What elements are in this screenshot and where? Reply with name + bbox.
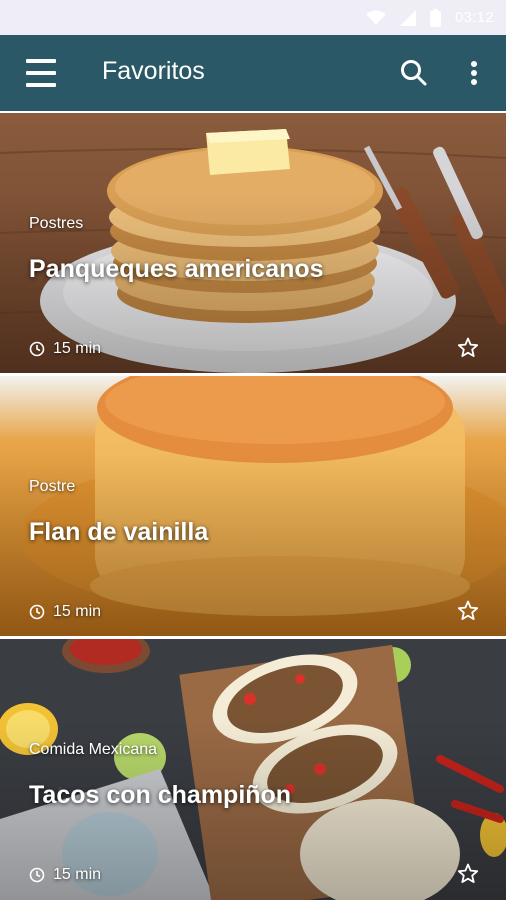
favorite-star-icon[interactable] (456, 336, 480, 360)
page-title: Favoritos (102, 57, 205, 85)
recipe-category: Postres (29, 215, 84, 232)
recipe-time-label: 15 min (53, 340, 102, 357)
recipe-category: Postre (29, 478, 76, 495)
cellular-signal-icon (399, 9, 416, 26)
status-time: 03:12 (454, 9, 494, 26)
menu-icon-line (26, 59, 56, 63)
search-icon[interactable] (398, 57, 430, 89)
app-bar: Favoritos (0, 35, 506, 111)
image-overlay (0, 113, 506, 373)
more-options-icon[interactable] (462, 57, 486, 89)
recipe-card[interactable]: Comida Mexicana Tacos con champiñon 15 m… (0, 639, 506, 900)
favorite-star-icon[interactable] (456, 599, 480, 623)
wifi-icon (365, 10, 386, 25)
image-overlay (0, 639, 506, 900)
image-overlay (0, 376, 506, 636)
recipe-category: Comida Mexicana (29, 741, 158, 758)
favorite-star-icon[interactable] (456, 862, 480, 886)
battery-icon (429, 8, 441, 27)
menu-icon-line (26, 71, 56, 75)
recipe-name: Tacos con champiñon (29, 781, 292, 809)
recipe-name: Panqueques americanos (29, 255, 324, 283)
recipe-name: Flan de vainilla (29, 518, 209, 546)
recipe-time: 15 min (29, 340, 101, 358)
recipe-time-label: 15 min (53, 603, 102, 620)
clock-icon (29, 867, 45, 883)
recipe-card[interactable]: Postres Panqueques americanos 15 min (0, 113, 506, 373)
recipe-time: 15 min (29, 603, 101, 621)
menu-button[interactable] (26, 59, 56, 87)
menu-icon-line (26, 83, 56, 87)
recipe-time-label: 15 min (53, 866, 102, 883)
recipe-time: 15 min (29, 866, 101, 884)
clock-icon (29, 604, 45, 620)
clock-icon (29, 341, 45, 357)
recipe-card[interactable]: Postre Flan de vainilla 15 min (0, 376, 506, 636)
status-bar: 03:12 (0, 0, 506, 35)
status-icons: 03:12 (365, 0, 494, 35)
